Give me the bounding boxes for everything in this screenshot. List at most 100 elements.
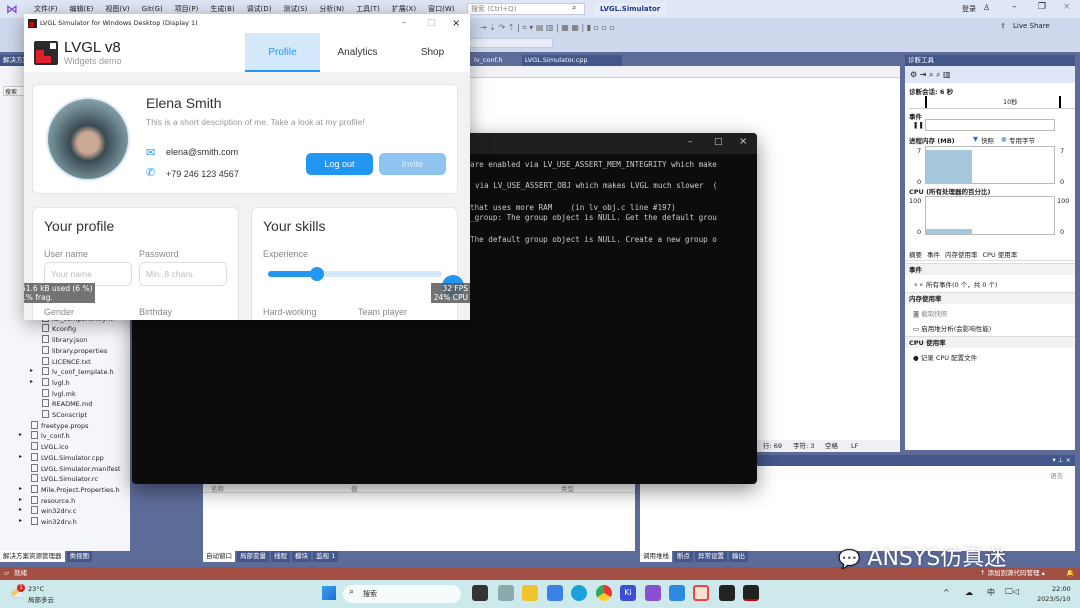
expand-arrow-icon[interactable]: ▸ [19,485,22,492]
tab-output[interactable]: 输出 [729,551,748,562]
editor-tab-simulator-cpp[interactable]: LVGL.Simulator.cpp [521,55,622,66]
tree-item[interactable]: ▸ resource.h [19,495,75,505]
tab-analytics[interactable]: Analytics [320,33,395,72]
maximize-button[interactable]: ❐ [1038,2,1046,12]
expand-arrow-icon[interactable]: ▸ [19,453,22,460]
minimize-button[interactable]: – [1012,2,1017,12]
menu-view[interactable]: 视图(V) [99,4,135,14]
tree-item[interactable]: ▸ LVGL.Simulator.cpp [19,452,104,462]
volume-icon[interactable]: 🖵◁ [1005,587,1019,597]
tree-item[interactable]: lvgl.mk [42,388,76,398]
lvgl-minimize-button[interactable]: – [402,14,407,33]
all-events-link[interactable]: ⚬⚬ 所有事件(0 个，共 0 个) [913,279,998,289]
expand-arrow-icon[interactable]: ▸ [30,378,33,385]
tree-item[interactable]: LVGL.Simulator.rc [31,474,98,483]
login-link[interactable]: 登录 [962,4,976,14]
tray-chevron-icon[interactable]: ^ [943,588,950,597]
ime-indicator[interactable]: 中 [987,587,995,598]
menu-test[interactable]: 测试(S) [277,4,313,14]
menu-build[interactable]: 生成(B) [204,4,240,14]
panel-close-icon[interactable]: ▾ ⊥ × [1052,455,1071,466]
console-close-button[interactable]: × [739,136,747,147]
lvgl-simulator-task-icon[interactable] [743,585,759,601]
tab-watch1[interactable]: 监视 1 [313,551,339,562]
snipping-tool-icon[interactable] [693,585,709,601]
logout-button[interactable]: Log out [306,153,373,175]
tree-item[interactable]: ▸ win32drv.h [19,517,77,526]
expand-arrow-icon[interactable]: ▸ [19,431,22,438]
menu-git[interactable]: Git(G) [136,5,169,13]
tree-item[interactable]: LVGL.ico [31,442,68,451]
menu-tools[interactable]: 工具(T) [350,4,386,14]
tab-locals[interactable]: 局部变量 [237,551,269,562]
tree-item[interactable]: ▸ Mile.Project.Properties.h [19,484,120,494]
diagnostics-toolbar[interactable]: ⚙ ⇥ ⌕ ⌕ ▥ [905,66,1075,83]
tree-item[interactable]: ▸ lv_conf_template.h [30,367,114,376]
diag-tab-cpu[interactable]: CPU 使用率 [983,251,1018,259]
terminal-icon[interactable] [719,585,735,601]
experience-slider[interactable] [268,267,442,281]
tab-class-view[interactable]: 类视图 [66,551,92,562]
menu-edit[interactable]: 编辑(E) [64,4,100,14]
menu-project[interactable]: 项目(P) [169,4,205,14]
toolbar-icons[interactable]: → ⇣ ↷ ⇡ | ⌗ ▾ ▤ ▥ | ▦ ▦ | ▮ ▫ ▫ ▫ [480,23,615,33]
config-dropdown[interactable] [463,38,553,48]
tab-solution-explorer[interactable]: 解决方案资源管理器 [0,551,65,562]
network-icon[interactable]: ☁ [965,588,973,597]
invite-button[interactable]: Invite [379,153,446,175]
close-button[interactable]: × [1063,2,1071,12]
tab-breakpoints[interactable]: 断点 [674,551,693,562]
menu-window[interactable]: 窗口(W) [422,4,460,14]
notification-bell-icon[interactable]: 🔔 [1066,567,1074,580]
tree-item[interactable]: Kconfig [42,324,76,333]
visual-studio-icon[interactable] [645,585,661,601]
menu-analyze[interactable]: 分析(N) [313,4,350,14]
photos-icon[interactable] [669,585,685,601]
tree-item[interactable]: LVGL.Simulator.manifest [31,463,120,473]
tree-item[interactable]: library.json [42,335,87,344]
col-language[interactable]: 语言 [1050,470,1063,480]
tree-item[interactable]: ▸ lv_conf.h [19,431,70,440]
diag-tab-summary[interactable]: 摘要 [909,251,922,259]
feishu-icon[interactable] [547,585,563,601]
pause-icon[interactable]: ❚❚ [913,121,924,129]
take-snapshot-button[interactable]: ◙ 截取快照 [913,308,947,318]
calculator-icon[interactable] [498,585,514,601]
lvgl-close-button[interactable]: × [452,14,460,33]
chrome-icon[interactable] [596,585,612,601]
tree-item[interactable]: freetype.props [31,420,89,430]
tab-call-stack[interactable]: 调用堆栈 [640,551,672,562]
console-maximize-button[interactable]: □ [714,137,723,147]
tree-item[interactable]: README.md [42,399,92,408]
col-name[interactable]: 名称 [211,483,224,493]
expand-arrow-icon[interactable]: ▸ [30,367,33,374]
tree-item[interactable]: SConscript [42,410,87,419]
tree-item[interactable]: library.properties [42,345,107,355]
menu-extensions[interactable]: 扩展(X) [386,4,422,14]
windows-start-icon[interactable] [322,586,336,600]
lvgl-titlebar[interactable]: LVGL Simulator for Windows Desktop (Disp… [24,14,470,33]
experience-slider-knob[interactable] [309,267,324,281]
lvgl-maximize-button[interactable]: □ [427,14,436,33]
tab-modules[interactable]: 模块 [292,551,311,562]
col-value[interactable]: 值 [351,483,358,493]
editor-tab-lv-conf[interactable]: lv_conf.h [471,55,506,66]
timeline-ruler[interactable]: 10秒 [909,95,1075,109]
taskbar-search[interactable]: 搜索 [343,585,461,603]
diag-tab-memory[interactable]: 内存使用率 [945,251,978,259]
clock-date[interactable]: 2023/5/10 [1037,595,1070,603]
record-cpu-button[interactable]: ● 记录 CPU 配置文件 [913,352,977,362]
file-explorer-icon[interactable] [522,585,538,601]
heap-profiling-button[interactable]: ▭ 启用堆分析(会影响性能) [913,323,991,333]
search-input[interactable]: 搜索 (Ctrl+Q) [467,3,585,15]
tab-autos[interactable]: 自动窗口 [203,551,235,562]
tree-item[interactable]: LICENCE.txt [42,356,91,366]
edge-icon[interactable] [571,585,587,601]
tree-item[interactable]: ▸ win32drv.c [19,506,76,515]
tab-threads[interactable]: 线程 [271,551,290,562]
expand-arrow-icon[interactable]: ▸ [19,506,22,513]
tab-shop[interactable]: Shop [395,33,470,72]
expand-arrow-icon[interactable]: ▸ [19,496,22,503]
menu-file[interactable]: 文件(F) [28,4,64,14]
expand-arrow-icon[interactable]: ▸ [19,517,22,524]
